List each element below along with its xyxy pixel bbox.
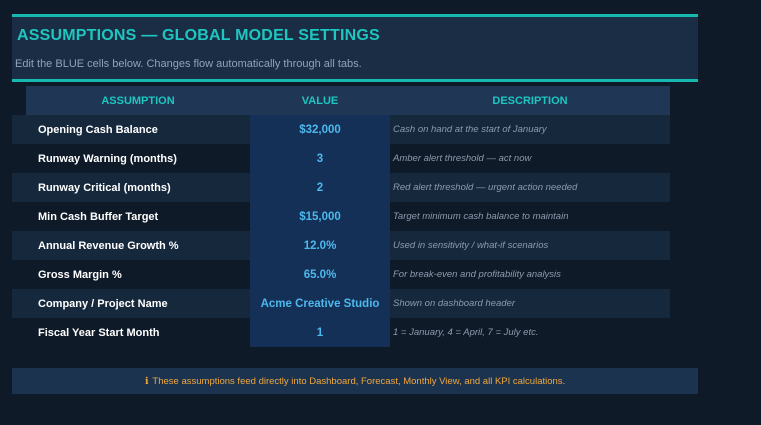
- assumption-value-cell[interactable]: $15,000: [250, 202, 390, 231]
- assumption-label: Fiscal Year Start Month: [12, 318, 250, 347]
- assumption-description: Red alert threshold — urgent action need…: [390, 173, 670, 202]
- assumption-label: Runway Warning (months): [12, 144, 250, 173]
- assumption-value-cell[interactable]: $32,000: [250, 115, 390, 144]
- table-row: Opening Cash Balance $32,000 Cash on han…: [12, 115, 670, 144]
- assumption-description: Target minimum cash balance to maintain: [390, 202, 670, 231]
- assumption-value-cell[interactable]: 2: [250, 173, 390, 202]
- assumption-description: Used in sensitivity / what-if scenarios: [390, 231, 670, 260]
- assumption-value-cell[interactable]: 65.0%: [250, 260, 390, 289]
- assumption-label: Opening Cash Balance: [12, 115, 250, 144]
- assumption-description: 1 = January, 4 = April, 7 = July etc.: [390, 318, 670, 347]
- header-band: ASSUMPTIONS — GLOBAL MODEL SETTINGS Edit…: [12, 14, 698, 82]
- info-note-text: These assumptions feed directly into Das…: [152, 375, 566, 387]
- assumption-label: Gross Margin %: [12, 260, 250, 289]
- assumption-value-cell[interactable]: 12.0%: [250, 231, 390, 260]
- assumption-description: Shown on dashboard header: [390, 289, 670, 318]
- info-note-banner: ℹ These assumptions feed directly into D…: [12, 368, 698, 394]
- table-row: Min Cash Buffer Target $15,000 Target mi…: [12, 202, 670, 231]
- table-row: Company / Project Name Acme Creative Stu…: [12, 289, 670, 318]
- assumption-label: Company / Project Name: [12, 289, 250, 318]
- assumption-description: Cash on hand at the start of January: [390, 115, 670, 144]
- assumption-label: Runway Critical (months): [12, 173, 250, 202]
- column-header-value: VALUE: [301, 94, 339, 107]
- assumption-value-cell[interactable]: Acme Creative Studio: [250, 289, 390, 318]
- page-title: ASSUMPTIONS — GLOBAL MODEL SETTINGS: [17, 27, 380, 44]
- assumption-label: Min Cash Buffer Target: [12, 202, 250, 231]
- table-row: Gross Margin % 65.0% For break-even and …: [12, 260, 670, 289]
- assumption-value-cell[interactable]: 1: [250, 318, 390, 347]
- header-top-rule: [12, 14, 698, 17]
- table-row: Annual Revenue Growth % 12.0% Used in se…: [12, 231, 670, 260]
- assumption-description: For break-even and profitability analysi…: [390, 260, 670, 289]
- column-header-assumption: ASSUMPTION: [101, 94, 175, 107]
- page-subtitle: Edit the BLUE cells below. Changes flow …: [15, 58, 362, 70]
- assumption-value-cell[interactable]: 3: [250, 144, 390, 173]
- info-icon: ℹ: [144, 375, 149, 387]
- table-header-row: ASSUMPTION VALUE DESCRIPTION: [12, 86, 670, 115]
- table-row: Runway Critical (months) 2 Red alert thr…: [12, 173, 670, 202]
- spreadsheet-view: ASSUMPTIONS — GLOBAL MODEL SETTINGS Edit…: [0, 0, 761, 425]
- assumption-description: Amber alert threshold — act now: [390, 144, 670, 173]
- header-bottom-rule: [12, 79, 698, 82]
- table-row: Fiscal Year Start Month 1 1 = January, 4…: [12, 318, 670, 347]
- assumptions-table: ASSUMPTION VALUE DESCRIPTION Opening Cas…: [12, 86, 670, 347]
- assumption-label: Annual Revenue Growth %: [12, 231, 250, 260]
- header-spacer: [12, 86, 26, 115]
- column-header-description: DESCRIPTION: [492, 94, 568, 107]
- table-row: Runway Warning (months) 3 Amber alert th…: [12, 144, 670, 173]
